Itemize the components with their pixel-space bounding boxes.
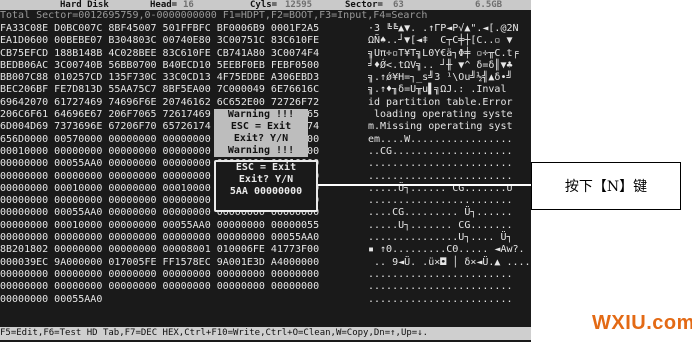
hex-row[interactable]: 69642070 61727469 74696F6E 20746162 6C65… [0, 97, 365, 109]
ascii-dump-area[interactable]: ·3 ╚╚▲▼. .↑ΓP◄P√▲".◄[.@2Ñ ΩÑ♠..┘▼[◄ǂ C┬C╪… [368, 23, 531, 306]
cyls-label: Cyls= [250, 0, 278, 10]
ascii-row[interactable]: em....W................. [368, 134, 531, 146]
hex-row[interactable]: 206C6F61 64696E67 206F7065 72617469 6E67… [0, 109, 365, 121]
ascii-row[interactable]: ▪ ↑Θ.........CΘ..... ◄Aw?. [368, 244, 531, 256]
exit-prompt-2[interactable]: Exit? Y/N [216, 174, 316, 186]
head-label: Head= [150, 0, 178, 10]
exit-prompt: Exit? Y/N [233, 133, 289, 144]
title-label: Hard Disk [60, 0, 109, 10]
warning-title: Warning !!! [227, 109, 295, 120]
sector-info-line: Total Sector=0012695759,0-0000000000 F1=… [0, 10, 531, 22]
hex-row[interactable]: 00000000 00010000 00000000 00055AA0 0000… [0, 220, 365, 232]
ascii-row[interactable]: ........................ [368, 294, 531, 306]
hex-row[interactable]: 00000000 00055AA0 [0, 294, 365, 306]
ascii-row[interactable]: loading operating syste [368, 109, 531, 121]
cyls-value: 12595 [285, 0, 313, 10]
hex-fragment: 5AA 00000000 [229, 186, 303, 197]
hex-row[interactable]: 6D004D69 7373696E 67206F70 65726174 696E… [0, 121, 365, 133]
esc-exit-text-2: ESC = Exit [235, 162, 297, 173]
callout-box: 按下【N】键 [531, 162, 681, 210]
ascii-row[interactable]: ╛♦Ǿ<.tΩV╗.. ┘╫ ▼^ δ=δ║▼♣ [368, 60, 531, 72]
ascii-row[interactable]: ΩÑ♠..┘▼[◄ǂ C┬C╪┼[C..▫ ▼ [368, 35, 531, 47]
head-value: 16 [183, 0, 194, 10]
hex-row[interactable]: 00000000 00000000 00000000 00000000 0000… [0, 269, 365, 281]
hex-row[interactable]: 656D0000 00570000 00000000 00000000 0000… [0, 134, 365, 146]
ascii-row[interactable]: .....U┐....... CG....... [368, 220, 531, 232]
hex-row[interactable]: 000039EC 9A000000 017005FE FF1578EC 9A00… [0, 257, 365, 269]
callout-pointer-line [318, 184, 540, 186]
ascii-row[interactable]: ╗.↑ǿ¥H=┐_s╝3 ¹\Ou╝½╣▲δ∙╝ [368, 72, 531, 84]
ascii-row[interactable]: id partition table.Error [368, 97, 531, 109]
hex-row[interactable]: FA33C08E D0BC007C 8BF45007 501FFBFC BF00… [0, 23, 365, 35]
ascii-row[interactable]: ........................ [368, 281, 531, 293]
hex-row[interactable]: 00000000 00000000 00000000 00000000 0000… [0, 232, 365, 244]
esc-exit-text: ESC = Exit [230, 121, 292, 132]
ascii-row[interactable]: ........................ [368, 158, 531, 170]
ascii-row[interactable]: ╗Uπ÷▫T¥T╗L0Y€ä┐Φ╪ ▫÷╥C.t╒ [368, 48, 531, 60]
hex-row[interactable]: BEDB06AC 3C00740B 56BB0700 B40ECD10 5EEB… [0, 60, 365, 72]
exit-confirm-dialog-highlight[interactable]: ESC = Exit Exit? Y/N 5AA 00000000 [214, 160, 318, 212]
wxiu-logo: WXIU.com [592, 312, 692, 334]
ascii-row[interactable]: ·3 ╚╚▲▼. .↑ΓP◄P√▲".◄[.@2Ñ [368, 23, 531, 35]
disk-editor-screen: Hard Disk Head= 16 Cyls= 12595 Sector= 6… [0, 0, 531, 342]
warning-title-repeat: Warning !!! [227, 145, 295, 156]
size-value: 6.5GB [475, 0, 503, 10]
hex-row[interactable]: EA1D0600 00BEBE07 B304803C 00740E80 3C00… [0, 35, 365, 47]
ascii-row[interactable]: ╗.↑♦╖δ=U╥u▌╗ΩJ.: .Inval [368, 84, 531, 96]
hex-row[interactable]: 00000000 00000000 00000000 00000000 0000… [0, 281, 365, 293]
hex-row[interactable]: BB007C88 010257CD 135F730C 33C0CD13 4F75… [0, 72, 365, 84]
ascii-row[interactable]: ........................ [368, 269, 531, 281]
warning-dialog: Warning !!! ESC = Exit Exit? Y/N Warning… [214, 109, 308, 157]
function-key-bar: F5=Edit,F6=Test HD Tab,F7=DEC HEX,Ctrl+F… [0, 327, 531, 340]
ascii-row[interactable]: ........................ [368, 195, 531, 207]
hex-row[interactable]: 8B201802 00000000 00000000 00008001 0100… [0, 244, 365, 256]
ascii-row[interactable]: ....CG......... Ü┐...... [368, 207, 531, 219]
ascii-row[interactable]: m.Missing operating syst [368, 121, 531, 133]
ascii-row[interactable]: ..CG.................... [368, 146, 531, 158]
title-bar: Hard Disk Head= 16 Cyls= 12595 Sector= 6… [0, 0, 531, 10]
sector-value: 63 [393, 0, 404, 10]
ascii-row[interactable]: ........................ [368, 171, 531, 183]
hex-row[interactable]: 00010000 00000000 00000000 00000000 0000… [0, 146, 365, 158]
ascii-row[interactable]: .. 9◄Ü. .ü×◘ │ δ×◄Ü.▲ .... [368, 257, 531, 269]
ascii-row[interactable]: ...............U┐.... Ü┐ [368, 232, 531, 244]
hex-row[interactable]: CB75EFCD 188B148B 4C028BEE 83C610FE CB74… [0, 48, 365, 60]
hex-row[interactable]: BEC206BF FE7D813D 55AA75C7 8BF5EA00 7C00… [0, 84, 365, 96]
sector-label: Sector= [345, 0, 383, 10]
